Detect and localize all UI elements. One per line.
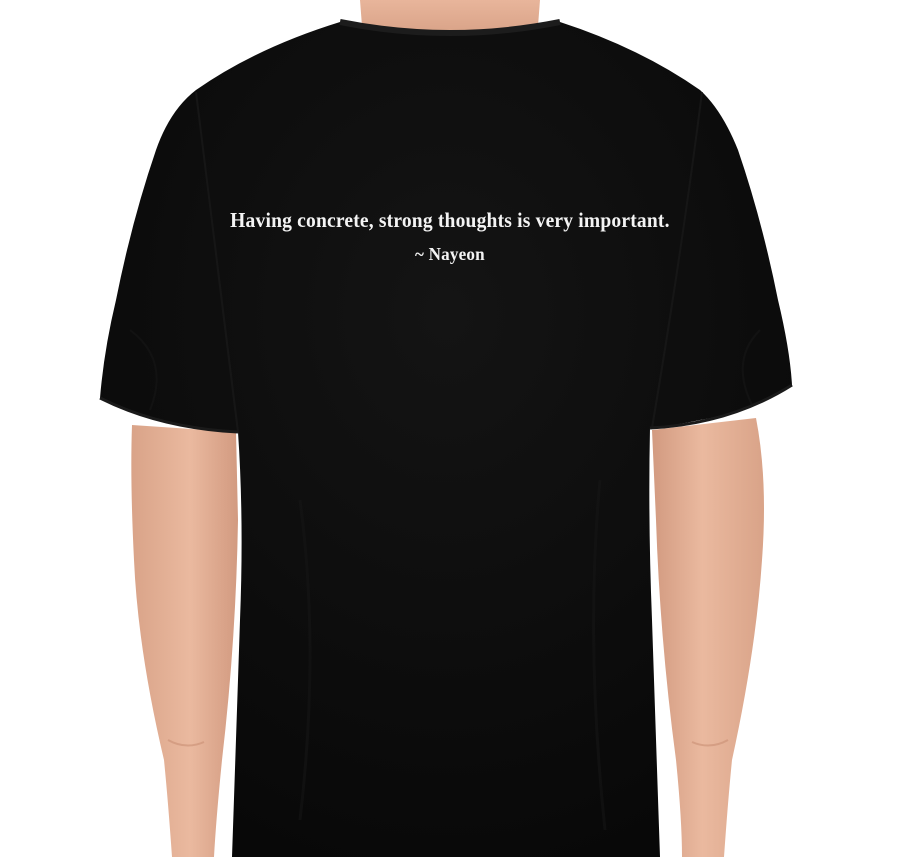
right-arm: [652, 418, 764, 857]
tshirt-back-photo: [0, 0, 900, 857]
shirt-quote-text: Having concrete, strong thoughts is very…: [230, 208, 670, 232]
shirt-attribution-text: ~ Nayeon: [415, 244, 485, 264]
left-arm: [131, 425, 238, 857]
